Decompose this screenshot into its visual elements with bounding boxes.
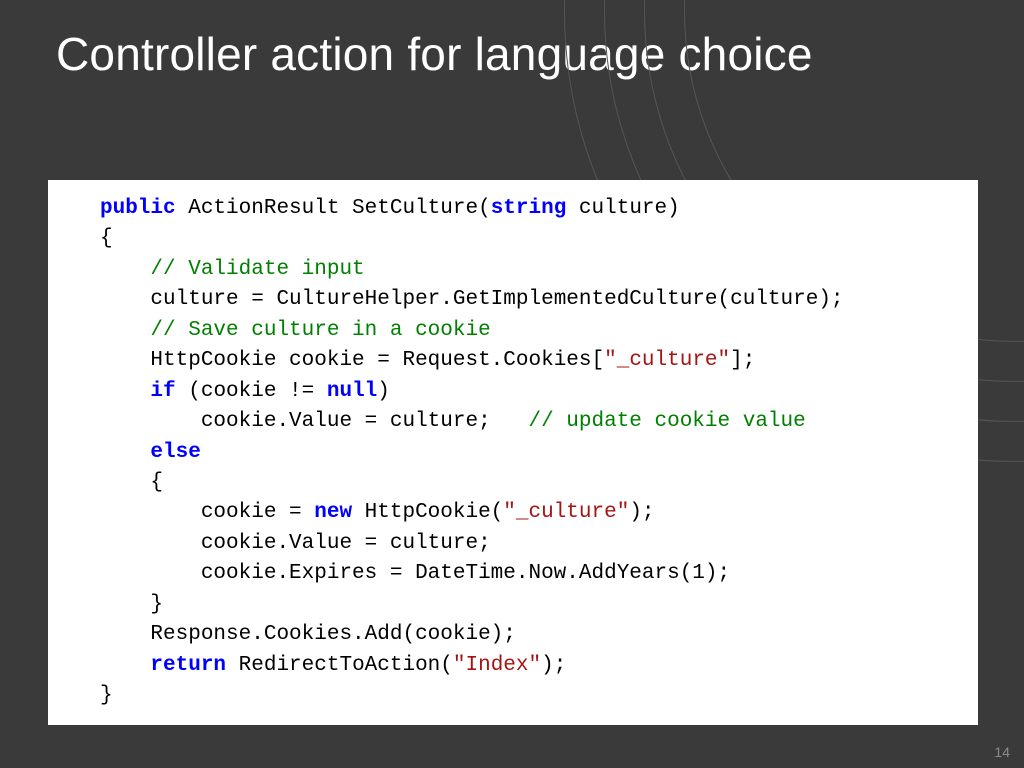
slide-title: Controller action for language choice xyxy=(0,0,1024,81)
code-content: public ActionResult SetCulture(string cu… xyxy=(60,194,966,711)
page-number: 14 xyxy=(994,744,1010,760)
slide: Controller action for language choice pu… xyxy=(0,0,1024,768)
code-block: public ActionResult SetCulture(string cu… xyxy=(48,180,978,725)
